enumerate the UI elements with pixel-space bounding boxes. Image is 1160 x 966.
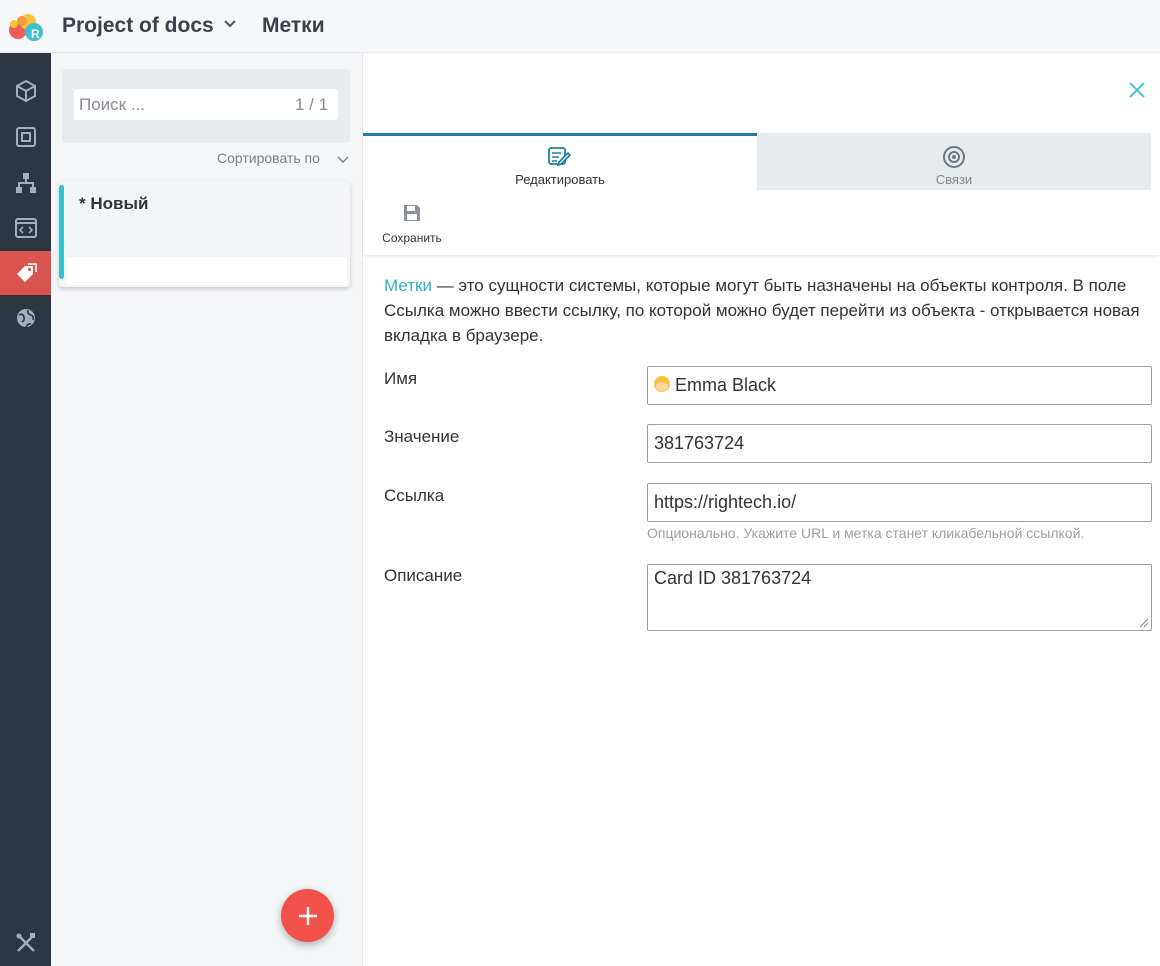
list-item-title: * Новый xyxy=(79,194,149,213)
close-icon[interactable] xyxy=(1127,80,1147,100)
name-field[interactable]: Emma Black xyxy=(647,366,1152,405)
list-panel: Поиск ... 1 / 1 Сортировать по * Новый xyxy=(51,53,362,966)
nav-item-automation[interactable] xyxy=(0,206,51,250)
tags-help-link[interactable]: Метки xyxy=(384,276,432,295)
link-field[interactable]: https://rightech.io/ xyxy=(647,483,1152,522)
list-item-footer xyxy=(67,257,347,285)
search-result-count: 1 / 1 xyxy=(295,95,329,114)
detail-panel: Редактировать Связи Сохранить Метки — эт… xyxy=(362,53,1160,966)
nav-item-objects[interactable] xyxy=(0,69,51,113)
sort-dropdown[interactable]: Сортировать по xyxy=(217,150,320,166)
nav-item-geo[interactable] xyxy=(0,296,51,340)
add-button[interactable] xyxy=(281,889,334,942)
selected-indicator xyxy=(59,185,64,279)
frame-icon xyxy=(15,127,36,147)
description-textarea[interactable]: Card ID 381763724 xyxy=(647,564,1152,631)
nav-item-models[interactable] xyxy=(0,115,51,159)
save-button[interactable]: Сохранить xyxy=(377,201,447,247)
tab-edit[interactable]: Редактировать xyxy=(363,133,757,190)
nav-item-tools[interactable] xyxy=(0,921,51,965)
tools-icon xyxy=(16,933,35,952)
value-label: Значение xyxy=(384,427,460,446)
nav-item-tags[interactable] xyxy=(0,251,51,295)
cube-icon xyxy=(15,79,36,103)
tab-edit-label: Редактировать xyxy=(515,172,605,187)
save-label: Сохранить xyxy=(382,231,442,245)
resize-handle-icon[interactable] xyxy=(1139,618,1149,628)
plus-icon xyxy=(298,906,317,925)
chevron-down-icon[interactable] xyxy=(222,16,238,32)
name-label: Имя xyxy=(384,369,418,388)
link-label: Ссылка xyxy=(384,486,445,505)
hierarchy-icon xyxy=(15,173,36,193)
toolbar: Сохранить xyxy=(363,193,1160,255)
tag-icon xyxy=(16,263,37,282)
value-value: 381763724 xyxy=(654,433,745,453)
app-logo-icon[interactable]: R xyxy=(4,10,48,44)
svg-text:R: R xyxy=(31,27,40,41)
tab-links[interactable]: Связи xyxy=(757,133,1151,190)
list-item[interactable]: * Новый xyxy=(59,181,350,287)
globe-icon xyxy=(16,309,35,328)
person-emoji-icon xyxy=(654,376,670,392)
nav-item-hierarchy[interactable] xyxy=(0,161,51,205)
project-name[interactable]: Project of docs xyxy=(62,14,214,38)
floppy-disk-icon xyxy=(404,205,420,221)
code-window-icon xyxy=(14,218,37,238)
main-nav xyxy=(0,53,51,966)
link-hint: Опционально. Укажите URL и метка станет … xyxy=(647,525,1085,541)
page-title: Метки xyxy=(262,14,325,37)
app-header: R Project of docs Метки xyxy=(0,0,1160,53)
description-value: Card ID 381763724 xyxy=(654,568,812,588)
search-placeholder: Поиск ... xyxy=(79,95,145,114)
target-icon xyxy=(943,146,965,168)
description-label: Описание xyxy=(384,566,463,585)
edit-icon xyxy=(548,147,571,167)
value-field[interactable]: 381763724 xyxy=(647,424,1152,463)
description-text: Метки — это сущности системы, которые мо… xyxy=(384,273,1154,348)
description-body: — это сущности системы, которые могут бы… xyxy=(384,276,1140,345)
name-value: Emma Black xyxy=(675,375,777,395)
link-value: https://rightech.io/ xyxy=(654,492,797,512)
tab-links-label: Связи xyxy=(935,172,973,187)
chevron-down-icon[interactable] xyxy=(336,153,350,167)
